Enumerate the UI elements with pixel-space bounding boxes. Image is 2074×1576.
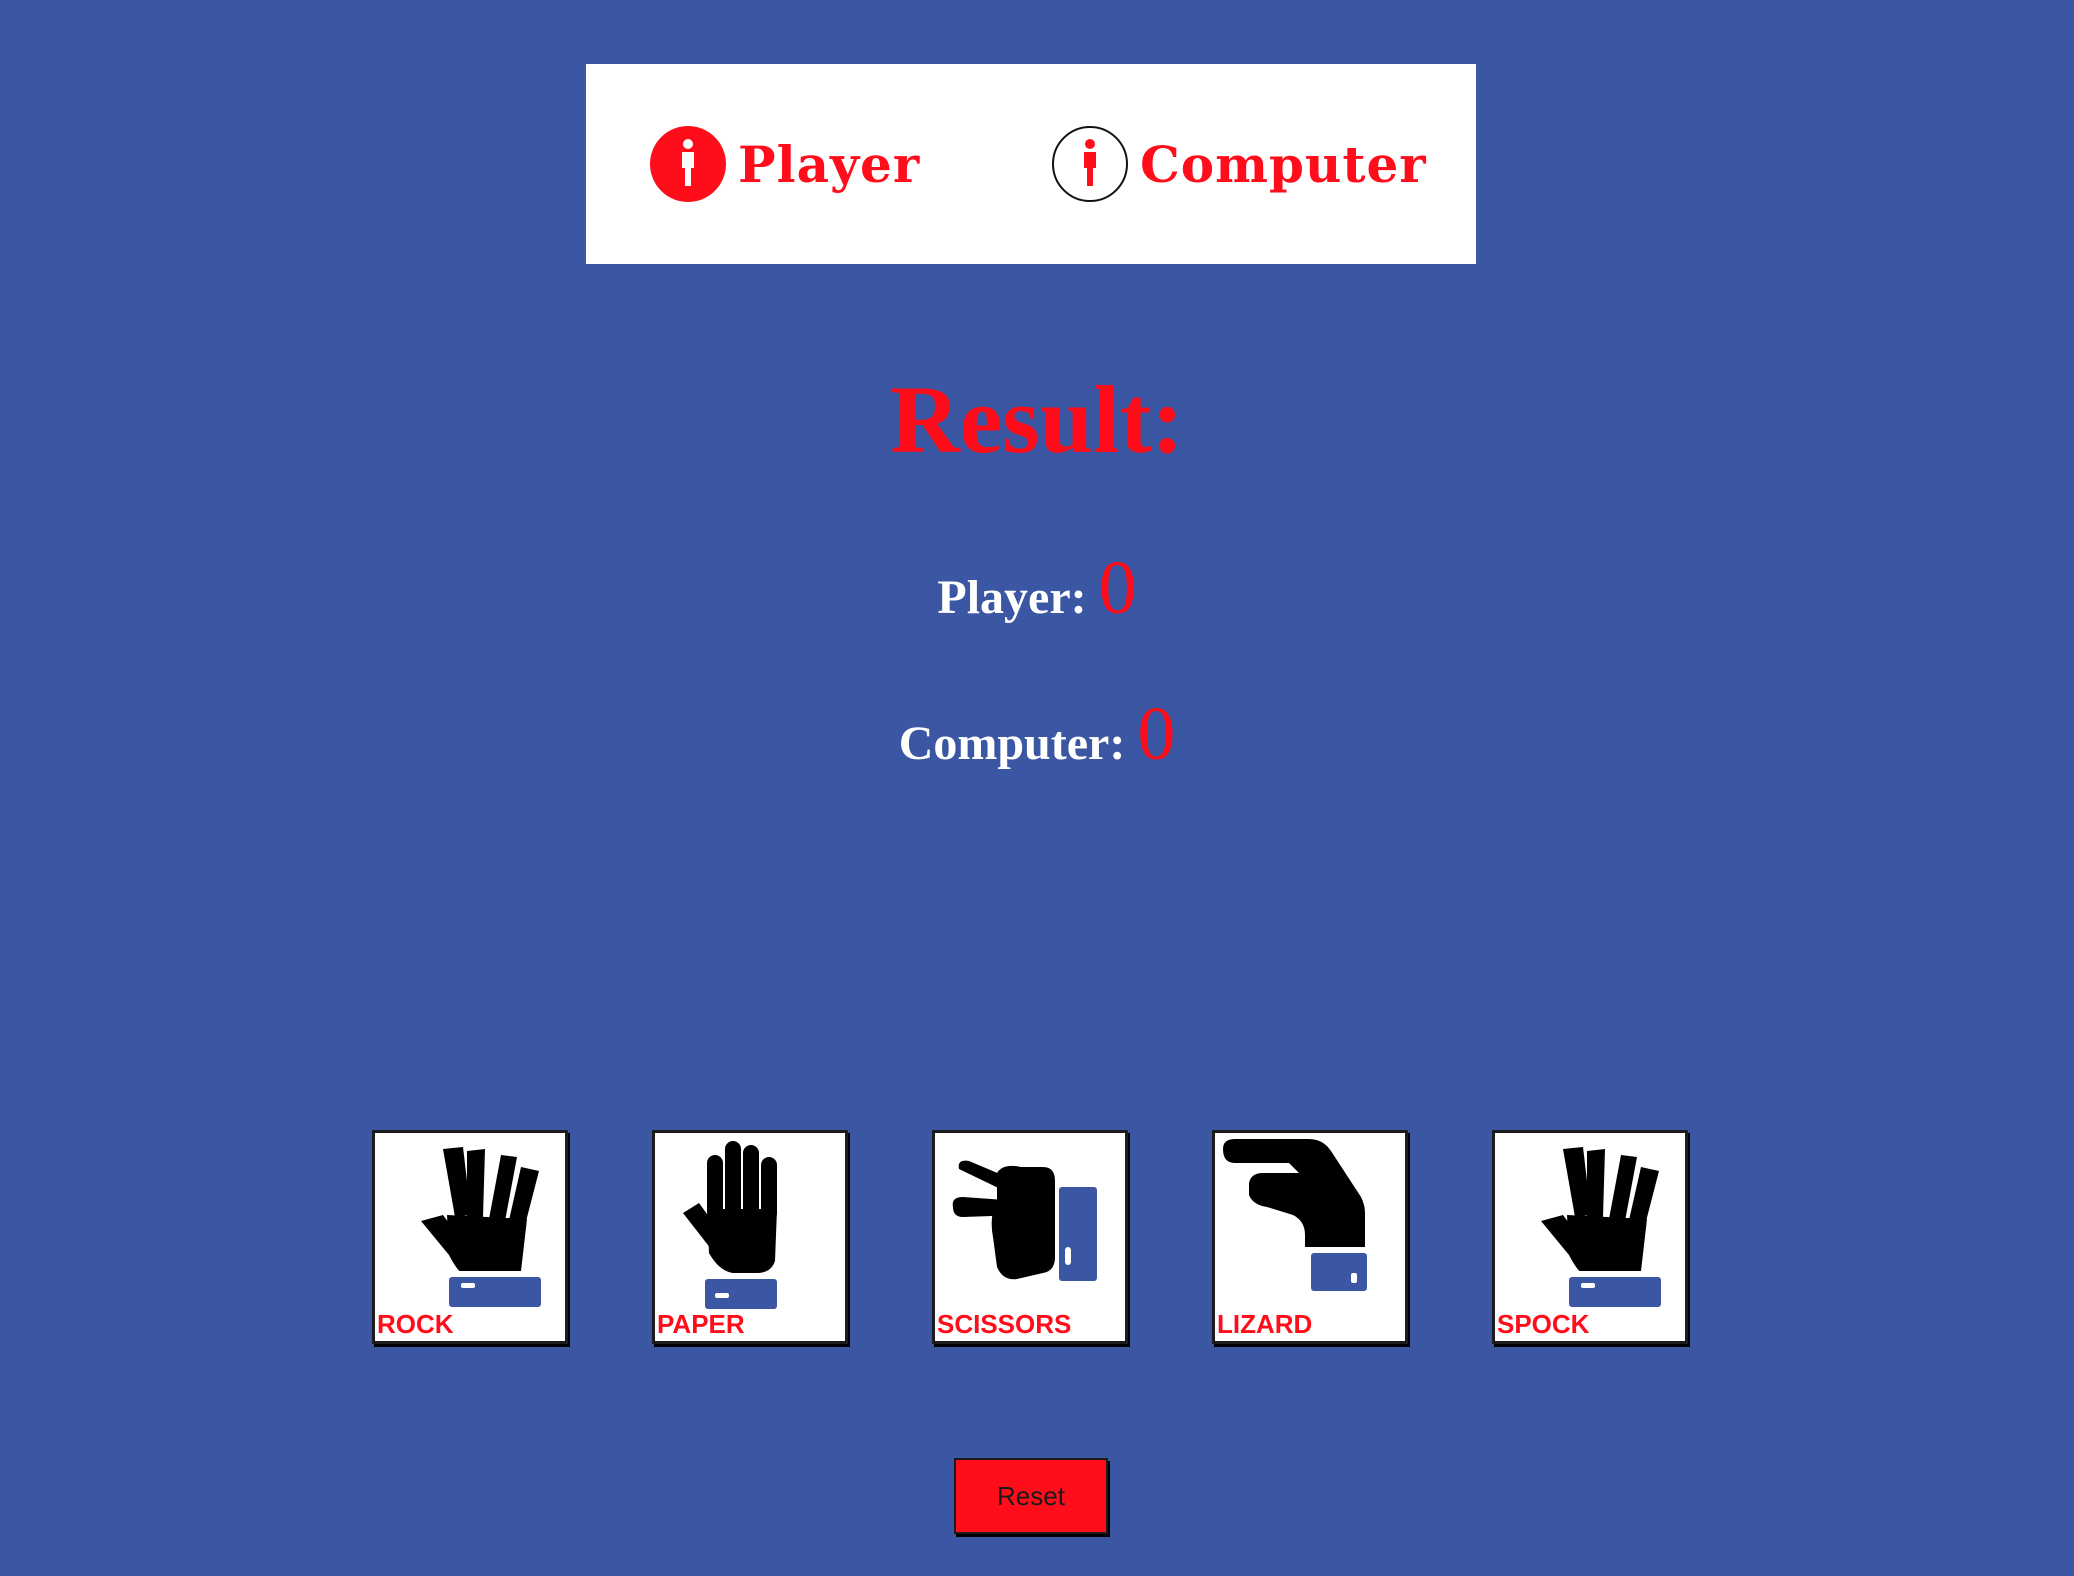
players-header: Player Computer [586,64,1476,264]
lizard-hand-icon [1223,1139,1367,1291]
scissors-hand-icon [952,1160,1097,1281]
spock-hand-icon [421,1147,541,1307]
computer-score-label: Computer: [898,717,1126,770]
header-player: Player [650,64,920,264]
person-icon [1052,126,1128,202]
reset-button[interactable]: Reset [954,1458,1108,1534]
choice-rock[interactable]: ROCK [372,1130,568,1344]
choice-label: LIZARD [1217,1309,1313,1339]
player-score-label: Player: [937,571,1087,624]
choice-spock[interactable]: SPOCK [1492,1130,1688,1344]
spock-hand-icon [1541,1147,1661,1307]
header-player-label: Player [738,134,921,194]
person-icon [650,126,726,202]
computer-score-value: 0 [1137,692,1176,776]
choice-paper[interactable]: PAPER [652,1130,848,1344]
player-score: Player: 0 [0,548,2074,638]
choice-label: SPOCK [1497,1309,1590,1339]
choice-lizard[interactable]: LIZARD [1212,1130,1408,1344]
player-score-value: 0 [1098,546,1137,630]
computer-score: Computer: 0 [0,694,2074,784]
choice-label: PAPER [657,1309,745,1339]
open-hand-icon [683,1141,777,1309]
header-computer: Computer [1052,64,1427,264]
choice-label: SCISSORS [937,1309,1072,1339]
header-computer-label: Computer [1140,134,1427,194]
choice-scissors[interactable]: SCISSORS [932,1130,1128,1344]
choice-label: ROCK [377,1309,454,1339]
result-title: Result: [890,366,1184,473]
